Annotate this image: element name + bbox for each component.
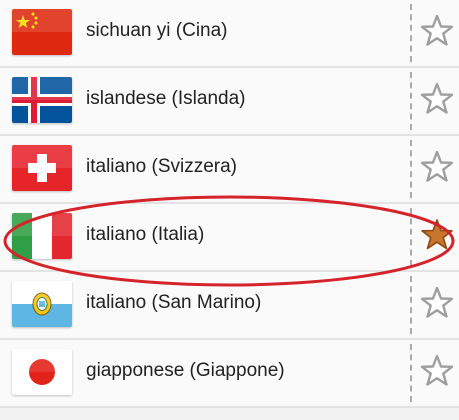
- japan-flag-icon: [12, 349, 72, 395]
- list-item-italiano-italia[interactable]: italiano (Italia): [0, 204, 459, 272]
- favorite-star-icon[interactable]: [420, 286, 454, 320]
- favorite-star-icon[interactable]: [420, 150, 454, 184]
- language-list: sichuan yi (Cina) islandese (Islanda) it…: [0, 0, 459, 420]
- language-label: italiano (Italia): [86, 224, 205, 245]
- language-label: sichuan yi (Cina): [86, 20, 228, 41]
- list-item-giapponese-giappone[interactable]: giapponese (Giappone): [0, 340, 459, 408]
- china-flag-icon: [12, 9, 72, 55]
- iceland-flag-icon: [12, 77, 72, 123]
- list-item-islandese-islanda[interactable]: islandese (Islanda): [0, 68, 459, 136]
- divider: [410, 276, 412, 334]
- favorite-star-icon[interactable]: [420, 14, 454, 48]
- favorite-star-icon[interactable]: [420, 218, 454, 252]
- list-item-italiano-san-marino[interactable]: italiano (San Marino): [0, 272, 459, 340]
- italy-flag-icon: [12, 213, 72, 259]
- san-marino-flag-icon: [12, 281, 72, 327]
- favorite-star-icon[interactable]: [420, 354, 454, 388]
- divider: [410, 4, 412, 62]
- divider: [410, 72, 412, 130]
- divider: [410, 208, 412, 266]
- list-item-italiano-svizzera[interactable]: italiano (Svizzera): [0, 136, 459, 204]
- language-label: giapponese (Giappone): [86, 360, 285, 381]
- language-label: islandese (Islanda): [86, 88, 246, 109]
- divider: [410, 344, 412, 402]
- language-label: italiano (Svizzera): [86, 156, 237, 177]
- favorite-star-icon[interactable]: [420, 82, 454, 116]
- list-item-sichuan-yi-cina[interactable]: sichuan yi (Cina): [0, 0, 459, 68]
- switzerland-flag-icon: [12, 145, 72, 191]
- divider: [410, 140, 412, 198]
- language-label: italiano (San Marino): [86, 292, 262, 313]
